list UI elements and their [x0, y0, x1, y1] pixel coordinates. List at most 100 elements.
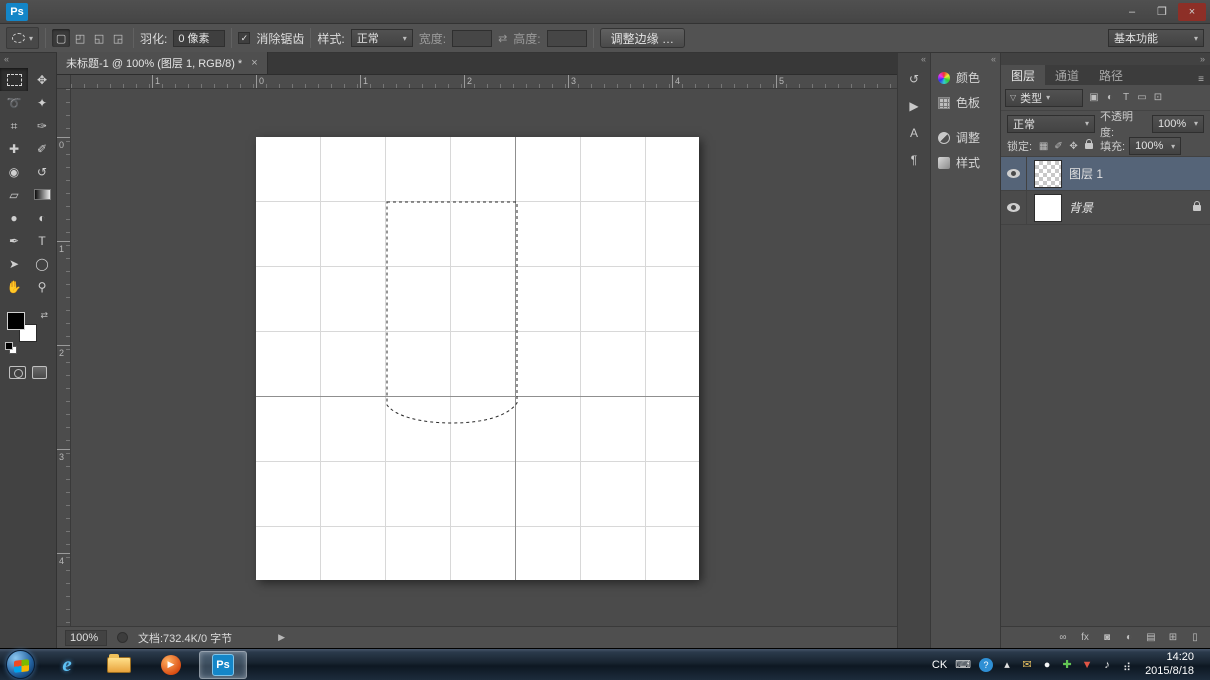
canvas[interactable]: [256, 137, 699, 580]
document-tab[interactable]: 未标题-1 @ 100% (图层 1, RGB/8) * ×: [57, 52, 268, 74]
spot-healing-brush-tool[interactable]: ✚: [0, 137, 28, 160]
taskbar-media-player[interactable]: ▶: [147, 651, 195, 679]
edit-menu[interactable]: [52, 0, 68, 23]
styles-panel-button[interactable]: 样式: [931, 150, 1000, 175]
taskbar-windows-explorer[interactable]: [95, 651, 143, 679]
dodge-tool[interactable]: ◐: [28, 206, 56, 229]
filter-smart-objects-icon[interactable]: ⊡: [1150, 90, 1166, 106]
default-colors-icon[interactable]: [5, 342, 15, 352]
start-button[interactable]: [6, 650, 35, 679]
notification-mail-icon[interactable]: ✉: [1021, 657, 1033, 672]
filter-adjustment-layers-icon[interactable]: ◐: [1102, 90, 1118, 106]
qq-icon[interactable]: ●: [1041, 657, 1053, 672]
taskbar-photoshop[interactable]: Ps: [199, 651, 247, 679]
workspace-switcher[interactable]: 基本功能 ▾: [1108, 29, 1204, 47]
paragraph-panel-icon[interactable]: ¶: [898, 146, 930, 173]
width-input[interactable]: [452, 30, 492, 47]
height-input[interactable]: [547, 30, 587, 47]
status-flyout-arrow[interactable]: ▶: [278, 632, 285, 643]
move-tool[interactable]: ✥: [28, 68, 56, 91]
path-selection-tool[interactable]: ➤: [0, 252, 28, 275]
layer-style-icon[interactable]: fx: [1074, 629, 1096, 647]
minimize-button[interactable]: –: [1118, 3, 1146, 21]
lock-all-icon[interactable]: [1081, 139, 1096, 154]
history-brush-tool[interactable]: ↺: [28, 160, 56, 183]
color-panel-button[interactable]: 颜色: [931, 65, 1000, 90]
opacity-select[interactable]: 100% ▾: [1152, 115, 1204, 133]
gradient-tool[interactable]: [28, 183, 56, 206]
show-hidden-icons-button[interactable]: ▴: [1001, 657, 1013, 672]
antialias-checkbox[interactable]: ✓: [238, 32, 250, 44]
layer-menu[interactable]: [84, 0, 100, 23]
layer-group-icon[interactable]: ▤: [1140, 629, 1162, 647]
taskbar-clock[interactable]: 14:20 2015/8/18: [1145, 651, 1194, 679]
intersect-selection-icon[interactable]: ◲: [109, 29, 127, 47]
lock-image-pixels-icon[interactable]: ✐: [1051, 139, 1066, 154]
layer-row-background[interactable]: 背景: [1001, 191, 1210, 225]
brush-tool[interactable]: ✐: [28, 137, 56, 160]
add-to-selection-icon[interactable]: ◰: [71, 29, 89, 47]
filter-shape-layers-icon[interactable]: ▭: [1134, 90, 1150, 106]
delete-layer-icon[interactable]: ▯: [1184, 629, 1206, 647]
character-panel-icon[interactable]: A: [898, 119, 930, 146]
adjustments-panel-button[interactable]: 调整: [931, 125, 1000, 150]
ellipse-tool[interactable]: ◯: [28, 252, 56, 275]
toolbar-collapse-arrow[interactable]: «: [0, 53, 56, 65]
image-menu[interactable]: [68, 0, 84, 23]
dock-expand-arrow[interactable]: «: [898, 53, 930, 65]
zoom-tool[interactable]: ⚲: [28, 275, 56, 298]
swap-colors-icon[interactable]: ⇄: [40, 310, 48, 321]
lock-transparent-pixels-icon[interactable]: ▦: [1036, 139, 1051, 154]
new-selection-icon[interactable]: ▢: [52, 29, 70, 47]
actions-panel-icon[interactable]: ▶: [898, 92, 930, 119]
blend-mode-select[interactable]: 正常 ▾: [1007, 115, 1095, 133]
subtract-from-selection-icon[interactable]: ◱: [90, 29, 108, 47]
taskbar-internet-explorer[interactable]: e: [43, 651, 91, 679]
tool-preset-picker[interactable]: ▾: [6, 27, 39, 49]
panel-menu-icon[interactable]: ≡: [1192, 74, 1210, 85]
pen-tool[interactable]: ✒: [0, 229, 28, 252]
filter-menu[interactable]: [132, 0, 148, 23]
history-panel-icon[interactable]: ↺: [898, 65, 930, 92]
file-menu[interactable]: [36, 0, 52, 23]
swatches-panel-button[interactable]: 色板: [931, 90, 1000, 115]
swap-width-height-icon[interactable]: ⇄: [498, 32, 507, 45]
window-menu[interactable]: [164, 0, 180, 23]
select-menu[interactable]: [116, 0, 132, 23]
horizontal-ruler[interactable]: 1012345: [71, 75, 897, 89]
quick-selection-tool[interactable]: ✦: [28, 91, 56, 114]
tab-layers[interactable]: 图层: [1001, 65, 1045, 85]
eye-icon[interactable]: [1007, 203, 1020, 212]
layer-thumbnail[interactable]: [1034, 194, 1062, 222]
keyboard-layout-icon[interactable]: ⌨: [955, 657, 971, 672]
maximize-button[interactable]: ❐: [1148, 3, 1176, 21]
lock-position-icon[interactable]: ✥: [1066, 139, 1081, 154]
tab-close-icon[interactable]: ×: [251, 57, 257, 69]
eyedropper-tool[interactable]: ✑: [28, 114, 56, 137]
adjustment-layer-icon[interactable]: ◐: [1118, 629, 1140, 647]
tab-paths[interactable]: 路径: [1089, 65, 1133, 85]
view-menu[interactable]: [148, 0, 164, 23]
input-language-indicator[interactable]: CK: [932, 657, 947, 672]
eye-icon[interactable]: [1007, 169, 1020, 178]
fill-select[interactable]: 100% ▾: [1129, 137, 1181, 155]
layer-row-layer-1[interactable]: 图层 1: [1001, 157, 1210, 191]
layer-thumbnail[interactable]: [1034, 160, 1062, 188]
filter-pixel-layers-icon[interactable]: ▣: [1086, 90, 1102, 106]
alert-icon[interactable]: ▼: [1081, 657, 1093, 672]
link-layers-icon[interactable]: ∞: [1052, 629, 1074, 647]
add-layer-mask-icon[interactable]: ◙: [1096, 629, 1118, 647]
close-button[interactable]: ×: [1178, 3, 1206, 21]
tab-channels[interactable]: 通道: [1045, 65, 1089, 85]
help-menu[interactable]: [180, 0, 196, 23]
type-menu[interactable]: [100, 0, 116, 23]
clone-stamp-tool[interactable]: ◉: [0, 160, 28, 183]
type-tool[interactable]: T: [28, 229, 56, 252]
rectangular-marquee-tool[interactable]: [0, 68, 28, 91]
hand-tool[interactable]: ✋: [0, 275, 28, 298]
status-zoom-level[interactable]: 100%: [65, 630, 107, 646]
volume-icon[interactable]: ♪: [1101, 657, 1113, 672]
screen-mode-button[interactable]: [32, 366, 47, 379]
vertical-ruler[interactable]: 01234: [57, 89, 71, 626]
foreground-color-swatch[interactable]: [7, 312, 25, 330]
